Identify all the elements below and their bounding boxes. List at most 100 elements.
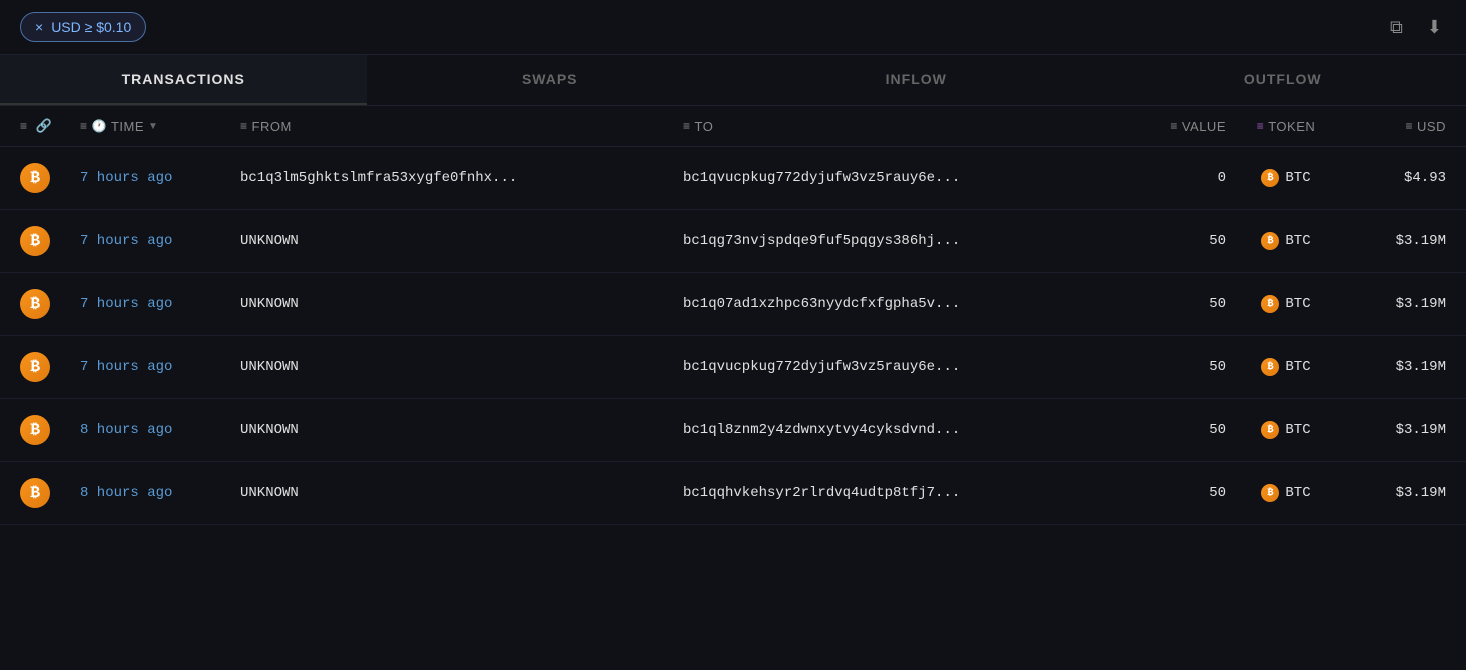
table-row[interactable]: ₿ 7 hours ago bc1q3lm5ghktslmfra53xygfe0… [0, 147, 1466, 210]
token-name: BTC [1285, 233, 1310, 249]
download-icon: ⬇ [1427, 17, 1442, 37]
column-headers: ≡ 🔗 ≡ 🕐 TIME ▼ ≡ FROM ≡ TO ≡ VALUE ≡ TOK… [0, 106, 1466, 147]
row-to: bc1qg73nvjspdqe9fuf5pqgys386hj... [683, 233, 1126, 249]
row-usd: $3.19M [1346, 422, 1446, 438]
header-to[interactable]: ≡ TO [683, 119, 1126, 134]
top-actions: ⧉ ⬇ [1386, 13, 1446, 42]
row-value: 50 [1126, 233, 1226, 249]
row-token: ₿ BTC [1226, 295, 1346, 313]
btc-icon: ₿ [20, 352, 50, 382]
filter-token-icon[interactable]: ≡ [1257, 119, 1265, 133]
row-from: UNKNOWN [240, 422, 683, 438]
row-value: 0 [1126, 170, 1226, 186]
row-icon-col: ₿ [20, 352, 80, 382]
tab-outflow[interactable]: OUTFLOW [1100, 55, 1466, 105]
table-row[interactable]: ₿ 8 hours ago UNKNOWN bc1ql8znm2y4zdwnxy… [0, 399, 1466, 462]
copy-button[interactable]: ⧉ [1386, 13, 1407, 42]
row-from: UNKNOWN [240, 359, 683, 375]
row-from: UNKNOWN [240, 233, 683, 249]
row-usd: $3.19M [1346, 485, 1446, 501]
row-icon-col: ₿ [20, 415, 80, 445]
row-time: 8 hours ago [80, 422, 240, 438]
row-icon-col: ₿ [20, 478, 80, 508]
filter-label: USD ≥ $0.10 [51, 19, 131, 35]
row-icon-col: ₿ [20, 289, 80, 319]
from-label: FROM [252, 119, 292, 134]
btc-icon: ₿ [20, 289, 50, 319]
token-name: BTC [1285, 485, 1310, 501]
token-name: BTC [1285, 296, 1310, 312]
row-value: 50 [1126, 296, 1226, 312]
btc-token-icon: ₿ [1261, 295, 1279, 313]
row-token: ₿ BTC [1226, 421, 1346, 439]
row-value: 50 [1126, 359, 1226, 375]
row-to: bc1qvucpkug772dyjufw3vz5rauy6e... [683, 170, 1126, 186]
filter-icon[interactable]: ≡ [20, 119, 28, 133]
row-time: 7 hours ago [80, 233, 240, 249]
table-row[interactable]: ₿ 7 hours ago UNKNOWN bc1qg73nvjspdqe9fu… [0, 210, 1466, 273]
row-usd: $3.19M [1346, 359, 1446, 375]
btc-token-icon: ₿ [1261, 232, 1279, 250]
filter-usd-icon[interactable]: ≡ [1406, 119, 1414, 133]
tab-transactions[interactable]: TRANSACTIONS [0, 55, 367, 105]
row-token: ₿ BTC [1226, 169, 1346, 187]
row-time: 7 hours ago [80, 170, 240, 186]
header-value[interactable]: ≡ VALUE [1126, 119, 1226, 134]
filter-value-icon[interactable]: ≡ [1170, 119, 1178, 133]
row-from: bc1q3lm5ghktslmfra53xygfe0fnhx... [240, 170, 683, 186]
copy-icon: ⧉ [1390, 17, 1403, 37]
tab-swaps[interactable]: SWAPS [367, 55, 734, 105]
row-to: bc1qqhvkehsyr2rlrdvq4udtp8tfj7... [683, 485, 1126, 501]
row-usd: $4.93 [1346, 170, 1446, 186]
row-token: ₿ BTC [1226, 358, 1346, 376]
btc-token-icon: ₿ [1261, 358, 1279, 376]
btc-icon: ₿ [20, 478, 50, 508]
token-label: TOKEN [1268, 119, 1315, 134]
row-from: UNKNOWN [240, 485, 683, 501]
row-to: bc1q07ad1xzhpc63nyydcfxfgpha5v... [683, 296, 1126, 312]
sort-arrow-icon[interactable]: ▼ [148, 121, 158, 132]
btc-icon: ₿ [20, 226, 50, 256]
filter-from-icon[interactable]: ≡ [240, 119, 248, 133]
row-usd: $3.19M [1346, 296, 1446, 312]
to-label: TO [695, 119, 714, 134]
close-filter-icon[interactable]: × [35, 19, 43, 35]
tabs-row: TRANSACTIONS SWAPS INFLOW OUTFLOW [0, 55, 1466, 106]
link-icon: 🔗 [36, 118, 53, 134]
btc-token-icon: ₿ [1261, 421, 1279, 439]
row-to: bc1qvucpkug772dyjufw3vz5rauy6e... [683, 359, 1126, 375]
top-bar: × USD ≥ $0.10 ⧉ ⬇ [0, 0, 1466, 55]
row-time: 8 hours ago [80, 485, 240, 501]
download-button[interactable]: ⬇ [1423, 13, 1446, 42]
row-time: 7 hours ago [80, 359, 240, 375]
table-body: ₿ 7 hours ago bc1q3lm5ghktslmfra53xygfe0… [0, 147, 1466, 525]
header-usd[interactable]: ≡ USD [1346, 119, 1446, 134]
header-time[interactable]: ≡ 🕐 TIME ▼ [80, 119, 240, 134]
filter-to-icon[interactable]: ≡ [683, 119, 691, 133]
table-row[interactable]: ₿ 7 hours ago UNKNOWN bc1qvucpkug772dyju… [0, 336, 1466, 399]
row-to: bc1ql8znm2y4zdwnxytvy4cyksdvnd... [683, 422, 1126, 438]
row-icon-col: ₿ [20, 226, 80, 256]
token-name: BTC [1285, 422, 1310, 438]
btc-icon: ₿ [20, 415, 50, 445]
filter-tag[interactable]: × USD ≥ $0.10 [20, 12, 146, 42]
btc-icon: ₿ [20, 163, 50, 193]
table-row[interactable]: ₿ 8 hours ago UNKNOWN bc1qqhvkehsyr2rlrd… [0, 462, 1466, 525]
filter-time-icon[interactable]: ≡ [80, 119, 88, 133]
row-token: ₿ BTC [1226, 484, 1346, 502]
token-name: BTC [1285, 359, 1310, 375]
table-row[interactable]: ₿ 7 hours ago UNKNOWN bc1q07ad1xzhpc63ny… [0, 273, 1466, 336]
usd-label: USD [1417, 119, 1446, 134]
btc-token-icon: ₿ [1261, 484, 1279, 502]
token-name: BTC [1285, 170, 1310, 186]
row-usd: $3.19M [1346, 233, 1446, 249]
tab-inflow[interactable]: INFLOW [733, 55, 1100, 105]
header-from[interactable]: ≡ FROM [240, 119, 683, 134]
header-token[interactable]: ≡ TOKEN [1226, 119, 1346, 134]
row-icon-col: ₿ [20, 163, 80, 193]
row-value: 50 [1126, 422, 1226, 438]
btc-token-icon: ₿ [1261, 169, 1279, 187]
row-from: UNKNOWN [240, 296, 683, 312]
row-token: ₿ BTC [1226, 232, 1346, 250]
header-icons-col: ≡ 🔗 [20, 118, 80, 134]
